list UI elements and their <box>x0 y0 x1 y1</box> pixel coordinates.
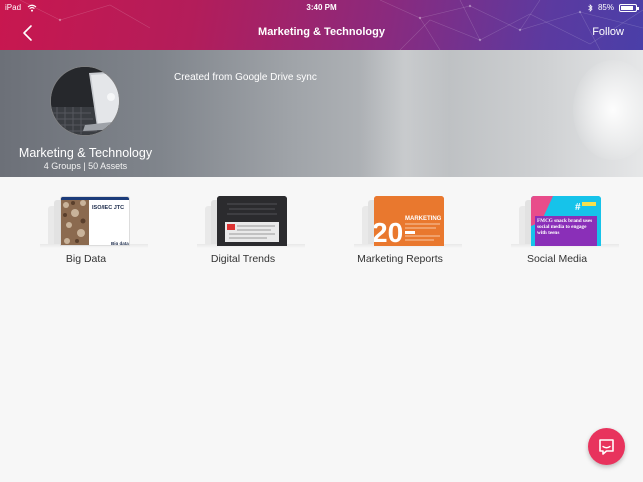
laptop-photo <box>51 67 119 135</box>
chat-icon <box>599 439 614 455</box>
group-tile-social-media[interactable]: # FMCG snack brand uses social media to … <box>479 177 635 267</box>
status-bar: iPad 3:40 PM 85% <box>0 0 643 14</box>
group-thumbnail: # FMCG snack brand uses social media to … <box>531 196 601 246</box>
page-title: Marketing & Technology <box>258 26 385 38</box>
svg-text:20: 20 <box>374 217 403 246</box>
group-thumbnail: 20 MARKETING <box>374 196 444 246</box>
chat-button[interactable] <box>588 428 625 465</box>
group-thumbnail: ISO/IEC JTC Big data <box>60 196 130 246</box>
nav-header: iPad 3:40 PM 85% Marketing & Technology … <box>0 0 643 50</box>
battery-icon <box>619 3 639 12</box>
svg-text:MARKETING: MARKETING <box>405 216 442 222</box>
channel-hero: Marketing & Technology 4 Groups | 50 Ass… <box>0 50 643 177</box>
group-label: Social Media <box>526 253 588 265</box>
group-thumbnail <box>217 196 287 246</box>
status-time: 3:40 PM <box>306 3 337 12</box>
svg-text:ISO/IEC JTC: ISO/IEC JTC <box>92 205 124 211</box>
svg-text:#: # <box>575 202 581 213</box>
group-tile-marketing-reports[interactable]: 20 MARKETING Marketing Reports <box>322 177 478 267</box>
bluetooth-icon <box>588 3 593 12</box>
channel-description: Created from Google Drive sync <box>174 72 317 83</box>
channel-stats: 4 Groups | 50 Assets <box>43 161 128 171</box>
group-label: Big Data <box>65 253 107 265</box>
battery-percent: 85% <box>597 3 614 12</box>
follow-button[interactable]: Follow <box>592 26 624 38</box>
group-label: Digital Trends <box>210 253 276 265</box>
avatar <box>50 66 120 136</box>
group-tile-digital-trends[interactable]: Digital Trends <box>165 177 321 267</box>
group-label: Marketing Reports <box>357 253 443 265</box>
group-list: ISO/IEC JTC Big data Big Data Digital Tr… <box>0 177 643 267</box>
svg-text:Big data: Big data <box>111 241 129 246</box>
channel-name: Marketing & Technology <box>18 146 153 160</box>
group-tile-big-data[interactable]: ISO/IEC JTC Big data Big Data <box>8 177 164 267</box>
